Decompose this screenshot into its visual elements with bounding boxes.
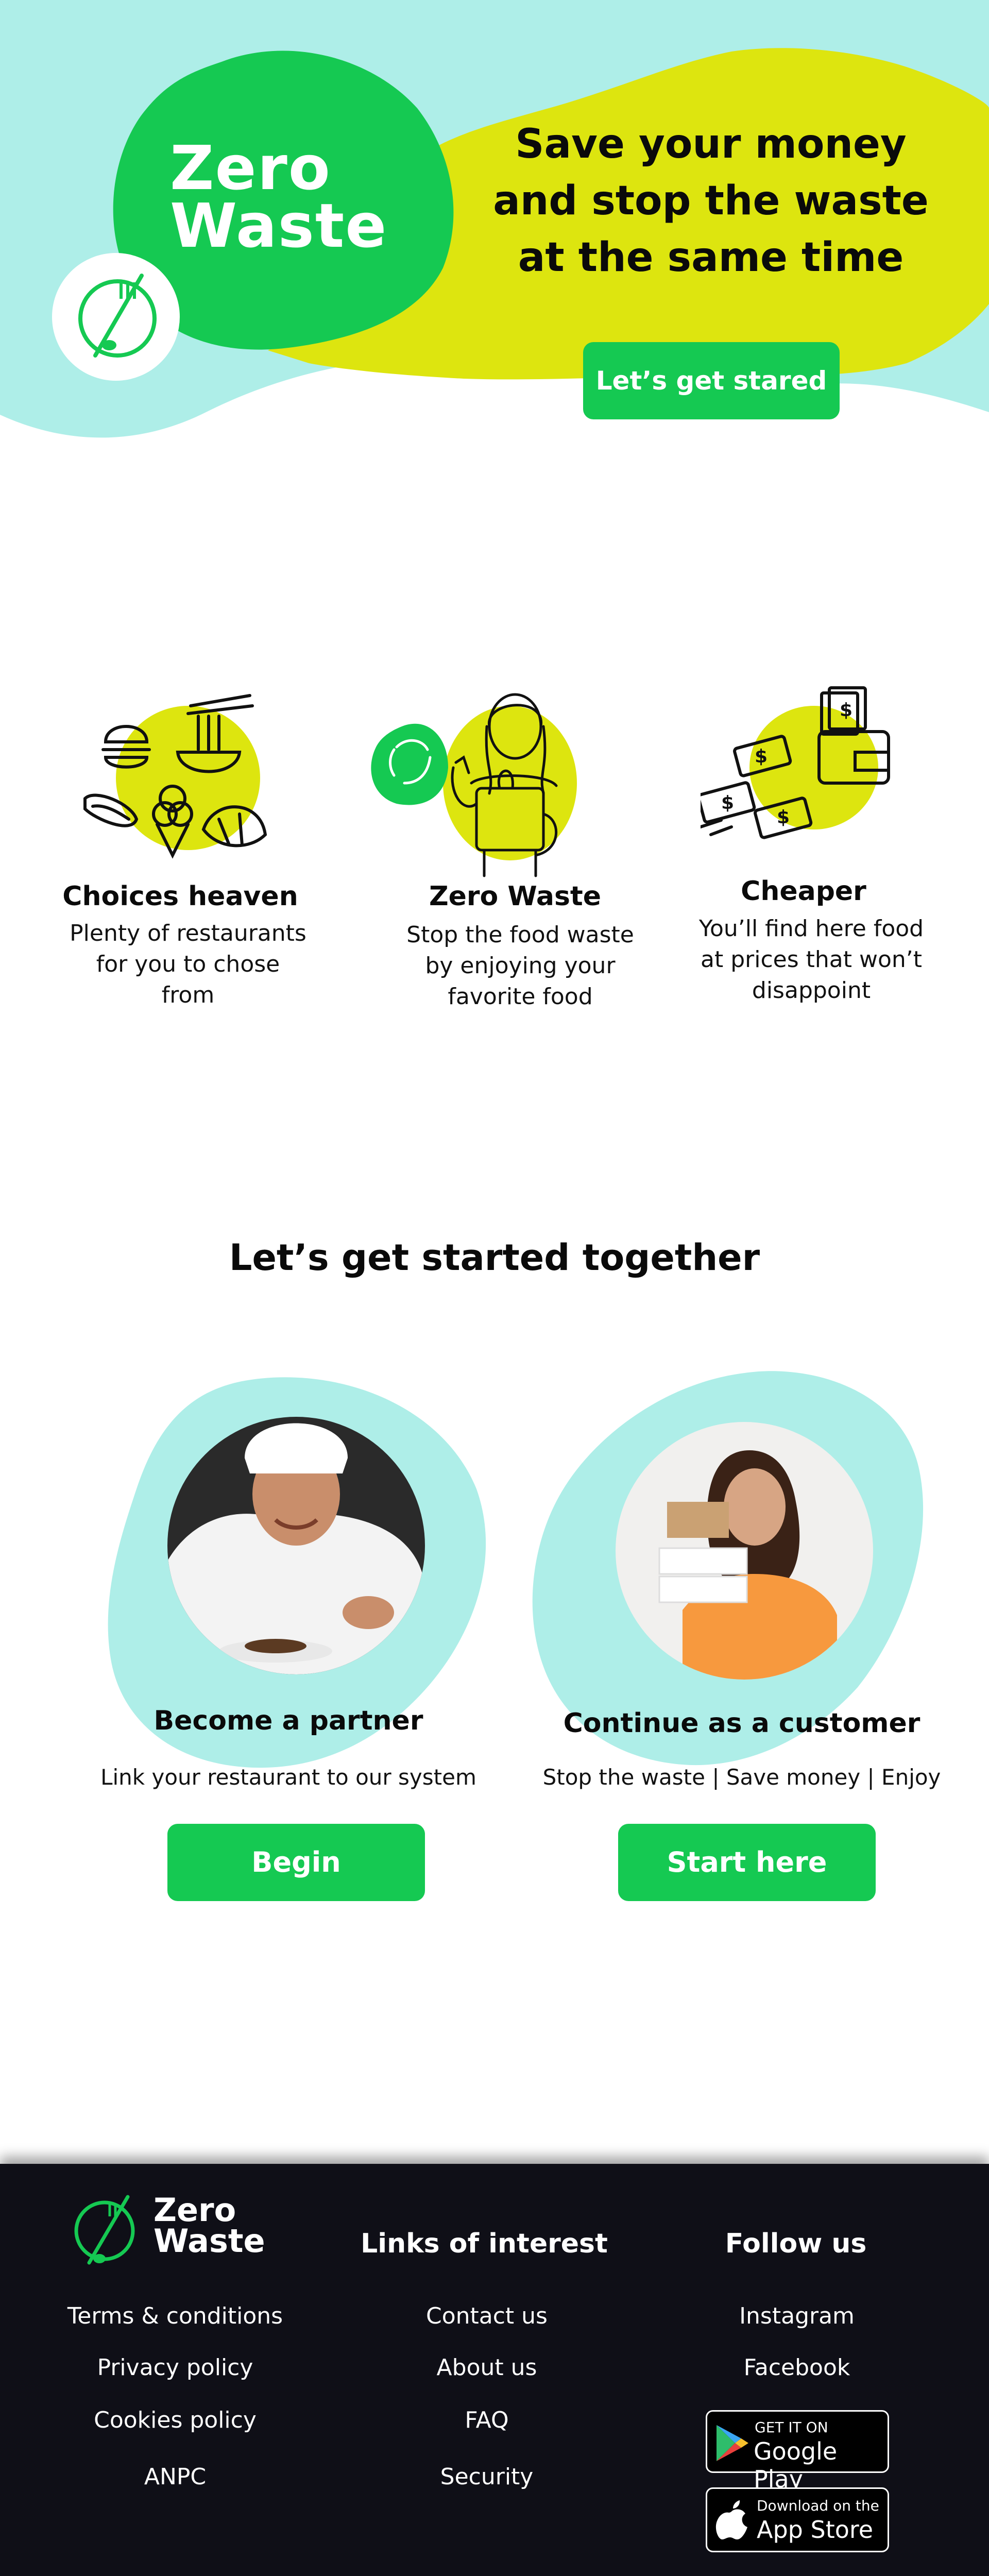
cookies-link[interactable]: Cookies policy	[21, 2407, 330, 2433]
feature-desc-line: favorite food	[448, 984, 593, 1010]
feature-desc-zero-waste: Stop the food waste by enjoying your fav…	[386, 920, 654, 1012]
get-started-button[interactable]: Let’s get stared	[583, 342, 840, 419]
app-store-badge[interactable]: Download on the App Store	[706, 2487, 889, 2552]
footer-logo-line1: Zero	[154, 2191, 236, 2229]
footer-logo-title: Zero Waste	[154, 2191, 265, 2260]
feature-desc-cheaper: You’ll find here food at prices that won…	[677, 913, 945, 1006]
partner-card-desc: Link your restaurant to our system	[100, 1765, 476, 1790]
svg-text:$: $	[777, 807, 790, 828]
feature-desc-line: from	[161, 982, 215, 1008]
hero-logo-line1: Zero	[170, 132, 331, 204]
hero-headline: Save your money and stop the waste at th…	[484, 116, 937, 286]
footer: Zero Waste Links of interest Follow us T…	[0, 2164, 989, 2576]
hero-section: Zero Waste Save your money and stop the …	[0, 0, 989, 453]
instagram-link[interactable]: Instagram	[642, 2303, 951, 2329]
feature-desc-line: Plenty of restaurants	[70, 920, 306, 946]
utensil-logo-icon	[52, 253, 180, 381]
feature-title-cheaper: Cheaper	[741, 876, 866, 907]
google-play-big: Google Play	[754, 2437, 838, 2493]
links-heading: Links of interest	[361, 2228, 608, 2259]
svg-text:$: $	[840, 700, 852, 721]
woman-grocery-icon	[371, 693, 577, 877]
begin-button[interactable]: Begin	[167, 1824, 425, 1901]
feature-title-choices: Choices heaven	[62, 881, 298, 912]
about-link[interactable]: About us	[332, 2354, 641, 2381]
feature-desc-line: for you to chose	[96, 951, 280, 977]
hero-headline-line1: Save your money	[515, 121, 907, 167]
get-started-title: Let’s get started together	[229, 1236, 760, 1279]
google-play-badge[interactable]: GET IT ON Google Play	[706, 2410, 889, 2493]
customer-card-desc: Stop the waste | Save money | Enjoy	[542, 1765, 941, 1790]
facebook-link[interactable]: Facebook	[642, 2354, 951, 2381]
anpc-link[interactable]: ANPC	[21, 2464, 330, 2490]
svg-text:$: $	[721, 792, 734, 814]
food-icons	[83, 694, 267, 859]
wallet-money-icon: $ $ $ $	[701, 686, 890, 839]
google-play-icon	[717, 2425, 748, 2461]
hero-headline-line3: at the same time	[518, 234, 904, 281]
footer-logo-icon	[74, 2195, 135, 2265]
feature-desc-choices: Plenty of restaurants for you to chose f…	[54, 918, 322, 1011]
contact-link[interactable]: Contact us	[332, 2303, 641, 2329]
app-store-big: App Store	[757, 2516, 874, 2544]
hero-logo-title: Zero Waste	[170, 132, 388, 261]
feature-title-zero-waste: Zero Waste	[429, 881, 602, 912]
terms-link[interactable]: Terms & conditions	[21, 2303, 330, 2329]
feature-desc-line: You’ll find here food	[698, 916, 924, 942]
hero-logo-line2: Waste	[170, 190, 388, 261]
google-play-small: GET IT ON	[755, 2419, 828, 2436]
privacy-link[interactable]: Privacy policy	[21, 2354, 330, 2381]
follow-heading: Follow us	[725, 2228, 867, 2259]
security-link[interactable]: Security	[332, 2464, 641, 2490]
feature-desc-line: Stop the food waste	[406, 922, 634, 948]
apple-icon	[715, 2500, 747, 2539]
faq-link[interactable]: FAQ	[332, 2407, 641, 2433]
start-here-button[interactable]: Start here	[618, 1824, 876, 1901]
feature-desc-line: disappoint	[752, 977, 871, 1004]
feature-desc-line: at prices that won’t	[701, 946, 922, 973]
partner-card-title: Become a partner	[154, 1705, 423, 1736]
customer-card-title: Continue as a customer	[563, 1708, 920, 1739]
hero-headline-line2: and stop the waste	[493, 178, 929, 224]
feature-desc-line: by enjoying your	[425, 953, 616, 979]
footer-logo-line2: Waste	[154, 2222, 265, 2260]
app-store-small: Download on the	[757, 2497, 879, 2514]
svg-text:$: $	[755, 746, 768, 767]
